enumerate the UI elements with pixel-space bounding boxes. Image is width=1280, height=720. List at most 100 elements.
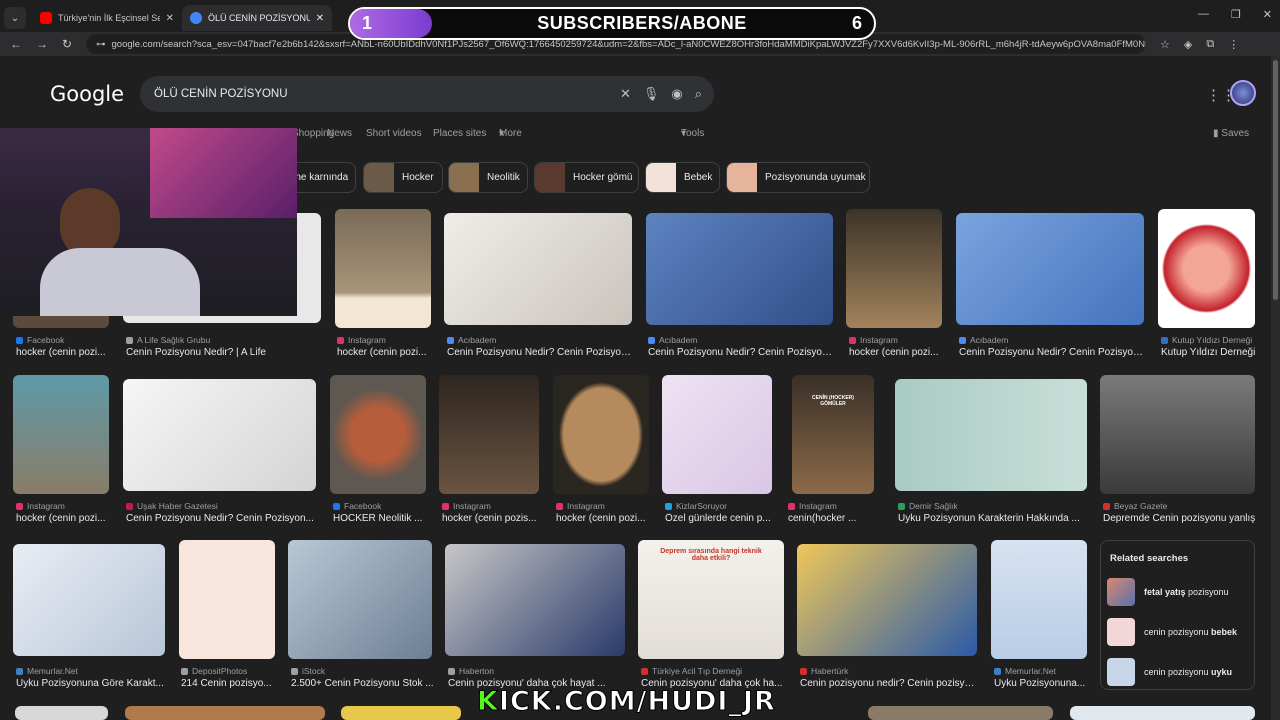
result-image[interactable]: CENİN (HOCKER) GÖMÜLER — [792, 375, 874, 494]
result-source[interactable]: Acıbadem — [447, 335, 632, 345]
result-image[interactable]: Deprem sırasında hangi teknik daha etkil… — [638, 540, 784, 659]
result-source[interactable]: Instagram — [849, 335, 945, 345]
result-source[interactable]: Memurlar.Net — [16, 666, 166, 676]
search-input[interactable]: ÖLÜ CENİN POZİSYONU — [154, 88, 620, 100]
result-caption[interactable]: hocker (cenin pozi... — [849, 347, 945, 358]
google-logo[interactable]: Google — [50, 82, 124, 106]
result-caption[interactable]: Uyku Pozisyonuna Göre Karakt... — [16, 678, 166, 689]
menu-icon[interactable]: ⋮ — [1228, 38, 1239, 51]
result-image[interactable] — [662, 375, 772, 494]
result-caption[interactable]: Kutup Yıldızı Derneği — [1161, 347, 1258, 358]
result-image[interactable] — [288, 540, 432, 659]
result-caption[interactable]: Cenin pozisyonu nedir? Cenin pozisyo... — [800, 678, 978, 689]
result-source[interactable]: Facebook — [16, 335, 112, 345]
result-image[interactable] — [991, 540, 1087, 659]
tab-youtube[interactable]: Türkiye'nin İlk Eşcinsel Seri Katil ✕ — [32, 5, 182, 31]
result-caption[interactable]: Uyku Pozisyonuna... — [994, 678, 1090, 689]
result-source[interactable]: Instagram — [16, 501, 112, 511]
tab-more[interactable]: More ▾ — [499, 128, 522, 139]
result-source[interactable]: Türkiye Acil Tıp Derneği — [641, 666, 787, 676]
related-search-item[interactable]: cenin pozisyonu bebek — [1101, 612, 1254, 652]
tab-short-videos[interactable]: Short videos — [366, 128, 422, 139]
chip-neolitik[interactable]: Neolitik — [448, 162, 528, 193]
result-image[interactable] — [646, 213, 833, 325]
back-icon[interactable]: ← — [10, 37, 22, 51]
related-search-item[interactable]: cenin pozisyonu uyku — [1101, 652, 1254, 692]
result-image[interactable] — [445, 544, 625, 656]
related-search-item[interactable]: fetal yatış pozisyonu — [1101, 572, 1254, 612]
result-image[interactable] — [1158, 209, 1255, 328]
result-caption[interactable]: 2.500+ Cenin Pozisyonu Stok ... — [291, 678, 435, 689]
microphone-icon[interactable]: 🎙 — [643, 86, 660, 102]
result-source[interactable]: Acıbadem — [648, 335, 833, 345]
scrollbar[interactable] — [1271, 56, 1280, 720]
result-image[interactable] — [335, 209, 431, 328]
result-image[interactable] — [868, 706, 1053, 720]
result-caption[interactable]: Özel günlerde cenin p... — [665, 513, 775, 524]
close-window-icon[interactable]: ✕ — [1263, 8, 1272, 21]
result-image[interactable] — [553, 375, 649, 494]
search-box[interactable]: ÖLÜ CENİN POZİSYONU ✕ 🎙 ◉ ⌕ — [140, 76, 714, 112]
chip-pozisyonunda-uyumak[interactable]: Pozisyonunda uyumak — [726, 162, 870, 193]
result-caption[interactable]: 214 Cenin pozisyo... — [181, 678, 277, 689]
maximize-icon[interactable]: ❐ — [1231, 8, 1241, 21]
result-source[interactable]: Acıbadem — [959, 335, 1144, 345]
tab-places-sites[interactable]: Places sites — [433, 128, 486, 139]
chip-bebek[interactable]: Bebek — [645, 162, 720, 193]
saves-button[interactable]: ▮ Saves — [1213, 128, 1249, 139]
result-image[interactable] — [1100, 375, 1255, 494]
site-info-icon[interactable]: ⊶ — [96, 39, 106, 50]
chip-hocker[interactable]: Hocker — [363, 162, 443, 193]
result-caption[interactable]: hocker (cenin pozi... — [16, 513, 112, 524]
result-caption[interactable]: hocker (cenin pozi... — [337, 347, 433, 358]
shield-icon[interactable]: ◈ — [1184, 38, 1192, 51]
result-image[interactable] — [330, 375, 426, 494]
reload-icon[interactable]: ↻ — [62, 37, 72, 51]
search-icon[interactable]: ⌕ — [695, 86, 702, 102]
result-source[interactable]: Instagram — [556, 501, 652, 511]
result-source[interactable]: Habertürk — [800, 666, 978, 676]
scrollbar-thumb[interactable] — [1273, 60, 1278, 300]
result-image[interactable] — [956, 213, 1144, 325]
result-caption[interactable]: Cenin Pozisyonu Nedir? Cenin Pozisyon... — [126, 513, 316, 524]
result-caption[interactable]: HOCKER Neolitik ... — [333, 513, 429, 524]
forward-icon[interactable]: → — [36, 37, 48, 51]
bookmark-star-icon[interactable]: ☆ — [1160, 38, 1170, 51]
result-image[interactable] — [13, 375, 109, 494]
result-caption[interactable]: Cenin Pozisyonu Nedir? Cenin Pozisyon... — [447, 347, 632, 358]
result-source[interactable]: Instagram — [442, 501, 542, 511]
result-caption[interactable]: hocker (cenin pozi... — [556, 513, 652, 524]
tools-button[interactable]: Tools ▾ — [681, 128, 704, 139]
result-source[interactable]: DepositPhotos — [181, 666, 277, 676]
minimize-icon[interactable]: — — [1198, 8, 1209, 21]
result-source[interactable]: Instagram — [788, 501, 878, 511]
result-image[interactable] — [1070, 706, 1255, 720]
result-image[interactable] — [179, 540, 275, 659]
result-caption[interactable]: Cenin Pozisyonu Nedir? | A Life — [126, 347, 321, 358]
result-image[interactable] — [895, 379, 1087, 491]
result-image[interactable] — [846, 209, 942, 328]
clear-icon[interactable]: ✕ — [620, 86, 631, 102]
extensions-icon[interactable]: ⧉ — [1206, 38, 1214, 51]
result-source[interactable]: Memurlar.Net — [994, 666, 1090, 676]
result-image[interactable] — [123, 379, 316, 491]
result-image[interactable] — [797, 544, 977, 656]
result-image[interactable] — [444, 213, 632, 325]
result-source[interactable]: Demir Sağlık — [898, 501, 1088, 511]
result-image[interactable] — [13, 544, 165, 656]
result-caption[interactable]: Cenin Pozisyonu Nedir? Cenin Pozisyon... — [959, 347, 1144, 358]
result-image[interactable] — [341, 706, 461, 720]
result-source[interactable]: Instagram — [337, 335, 433, 345]
result-source[interactable]: Uşak Haber Gazetesi — [126, 501, 316, 511]
result-source[interactable]: Kutup Yıldızı Derneği — [1161, 335, 1258, 345]
result-caption[interactable]: cenin(hocker ... — [788, 513, 878, 524]
result-source[interactable]: Beyaz Gazete — [1103, 501, 1258, 511]
result-source[interactable]: KizlarSoruyor — [665, 501, 775, 511]
result-caption[interactable]: Cenin Pozisyonu Nedir? Cenin Pozisyon... — [648, 347, 833, 358]
tab-google[interactable]: ÖLÜ CENİN POZİSYONU - Google ✕ — [182, 5, 332, 31]
result-source[interactable]: A Life Sağlık Grubu — [126, 335, 321, 345]
result-source[interactable]: iStock — [291, 666, 435, 676]
chip-hocker-gomu[interactable]: Hocker gömü — [534, 162, 639, 193]
avatar[interactable] — [1230, 80, 1256, 106]
tab-news[interactable]: News — [327, 128, 352, 139]
